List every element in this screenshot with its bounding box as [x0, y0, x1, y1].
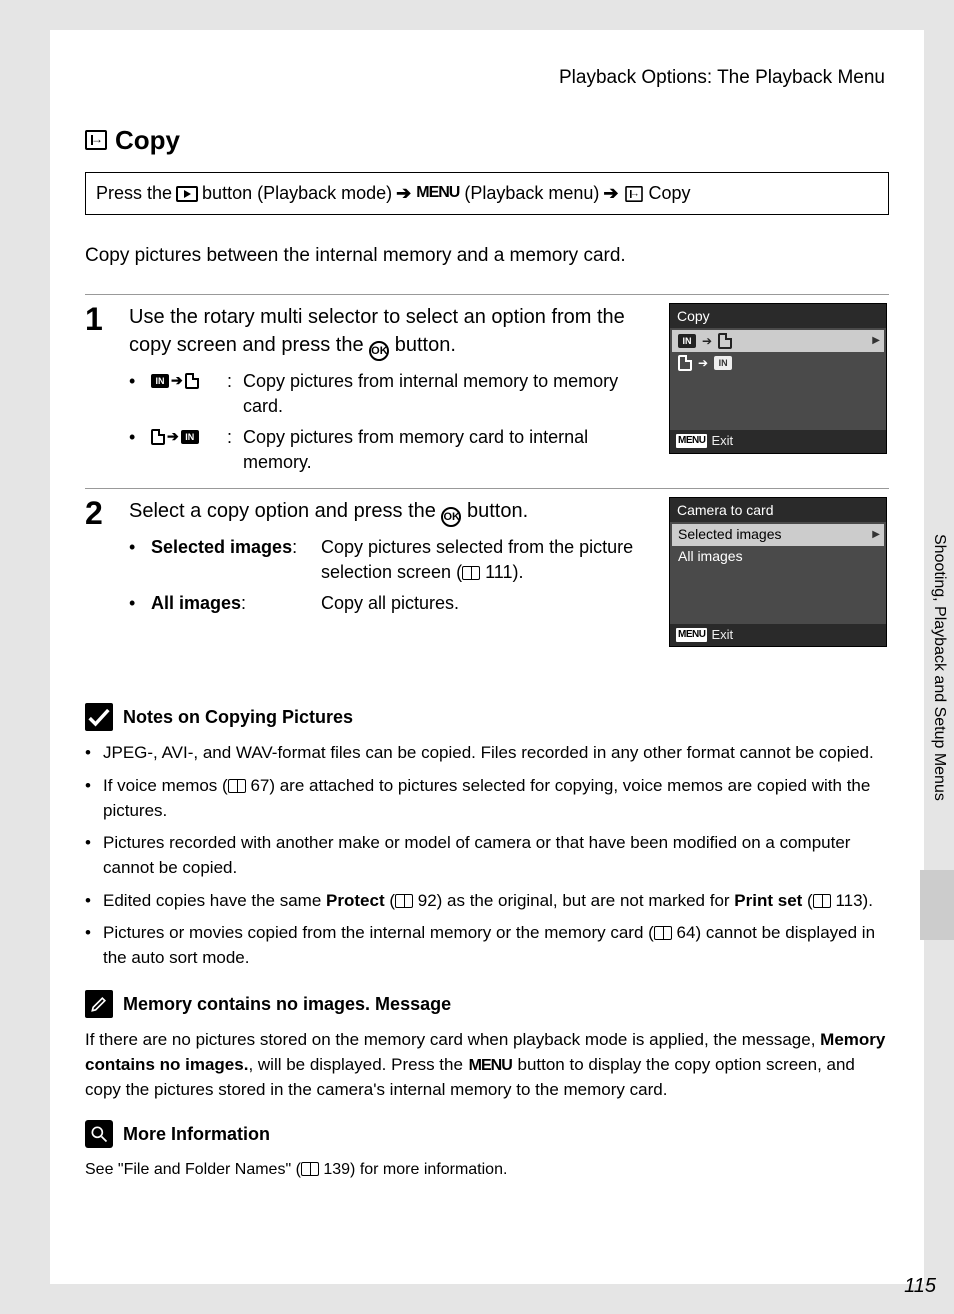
side-tab-label: Shooting, Playback and Setup Menus: [924, 530, 954, 805]
book-reference-icon: [395, 894, 413, 908]
bullet-icon: [129, 425, 141, 450]
list-item: Selected images Copy pictures selected f…: [129, 535, 657, 585]
bullet-icon: [129, 591, 141, 616]
nav-text: button (Playback mode): [202, 181, 392, 206]
chevron-right-icon: ▶: [872, 334, 880, 348]
internal-memory-icon: IN: [678, 334, 696, 348]
notes-heading: Notes on Copying Pictures: [123, 705, 353, 730]
sd-card-icon: [678, 355, 692, 371]
arrow-right-icon: ➔: [167, 427, 179, 447]
camera-menu-item: IN ➔ ▶: [672, 330, 884, 352]
menu-icon: MENU: [676, 628, 707, 642]
book-reference-icon: [301, 1162, 319, 1176]
ok-button-icon: OK: [369, 341, 389, 361]
memory-message-text: If there are no pictures stored on the m…: [85, 1028, 889, 1102]
step-number: 2: [85, 497, 111, 648]
sd-card-icon: [185, 373, 199, 389]
arrow-right-icon: ➔: [396, 181, 411, 206]
internal-memory-icon: IN: [181, 430, 199, 444]
more-info-heading: More Information: [123, 1122, 270, 1147]
menu-icon: MENU: [676, 434, 707, 448]
list-item: All images Copy all pictures.: [129, 591, 657, 616]
sd-card-icon: [718, 333, 732, 349]
camera-screen-camera-to-card: Camera to card Selected images ▶ All ima…: [669, 497, 887, 648]
book-reference-icon: [813, 894, 831, 908]
menu-icon-text: MENU: [415, 182, 460, 204]
memory-message-heading: Memory contains no images. Message: [123, 992, 451, 1017]
note-item: Pictures recorded with another make or m…: [85, 831, 889, 880]
camera-screen-title: Copy: [670, 304, 886, 329]
step-text: Use the rotary multi selector to select …: [129, 303, 657, 361]
copy-icon: [625, 186, 643, 202]
book-reference-icon: [462, 566, 480, 580]
sd-card-icon: [151, 429, 165, 445]
arrow-right-icon: ➔: [603, 181, 618, 206]
step-text: Select a copy option and press the OK bu…: [129, 497, 657, 527]
camera-menu-item: All images: [672, 546, 884, 568]
camera-screen-footer: MENU Exit: [670, 430, 886, 452]
chevron-right-icon: ▶: [872, 528, 880, 542]
list-item: IN ➔ : Copy pictures from internal memor…: [129, 369, 657, 419]
note-item: If voice memos ( 67) are attached to pic…: [85, 774, 889, 823]
note-item: Pictures or movies copied from the inter…: [85, 921, 889, 970]
arrow-right-icon: ➔: [702, 333, 712, 350]
more-info-icon: [85, 1120, 113, 1148]
camera-screen-copy: Copy IN ➔ ▶ ➔ IN: [669, 303, 887, 454]
bullet-icon: [129, 369, 141, 394]
step-2: 2 Select a copy option and press the OK …: [85, 489, 889, 654]
internal-memory-icon: IN: [714, 356, 732, 370]
breadcrumb-box: Press the button (Playback mode) ➔ MENU …: [85, 172, 889, 215]
arrow-right-icon: ➔: [171, 371, 183, 391]
page-title-row: Copy: [85, 122, 889, 158]
camera-screen-footer: MENU Exit: [670, 624, 886, 646]
page-title: Copy: [115, 122, 180, 158]
step-1: 1 Use the rotary multi selector to selec…: [85, 295, 889, 488]
camera-screen-title: Camera to card: [670, 498, 886, 523]
book-reference-icon: [654, 926, 672, 940]
arrow-right-icon: ➔: [698, 355, 708, 372]
list-item: ➔ IN : Copy pictures from memory card to…: [129, 425, 657, 475]
note-item: Edited copies have the same Protect ( 92…: [85, 889, 889, 914]
playback-icon: [176, 186, 198, 202]
internal-memory-icon: IN: [151, 374, 169, 388]
note-item: JPEG-, AVI-, and WAV-format files can be…: [85, 741, 889, 766]
nav-text: Press the: [96, 181, 172, 206]
menu-icon-text: MENU: [468, 1057, 513, 1074]
step-number: 1: [85, 303, 111, 482]
section-header: Playback Options: The Playback Menu: [85, 65, 889, 92]
copy-icon: [85, 130, 107, 150]
nav-text: Copy: [649, 181, 691, 206]
camera-menu-item: Selected images ▶: [672, 524, 884, 546]
bullet-icon: [129, 535, 141, 560]
page-number: 115: [904, 1272, 936, 1300]
pencil-note-icon: [85, 990, 113, 1018]
ok-button-icon: OK: [441, 507, 461, 527]
checkmark-warning-icon: [85, 703, 113, 731]
notes-on-copying: Notes on Copying Pictures JPEG-, AVI-, a…: [85, 703, 889, 1181]
more-info-text: See "File and Folder Names" ( 139) for m…: [85, 1158, 889, 1181]
book-reference-icon: [228, 779, 246, 793]
camera-menu-item: ➔ IN: [672, 352, 884, 374]
nav-text: (Playback menu): [464, 181, 599, 206]
side-tab-marker: [920, 870, 954, 940]
intro-text: Copy pictures between the internal memor…: [85, 243, 889, 270]
